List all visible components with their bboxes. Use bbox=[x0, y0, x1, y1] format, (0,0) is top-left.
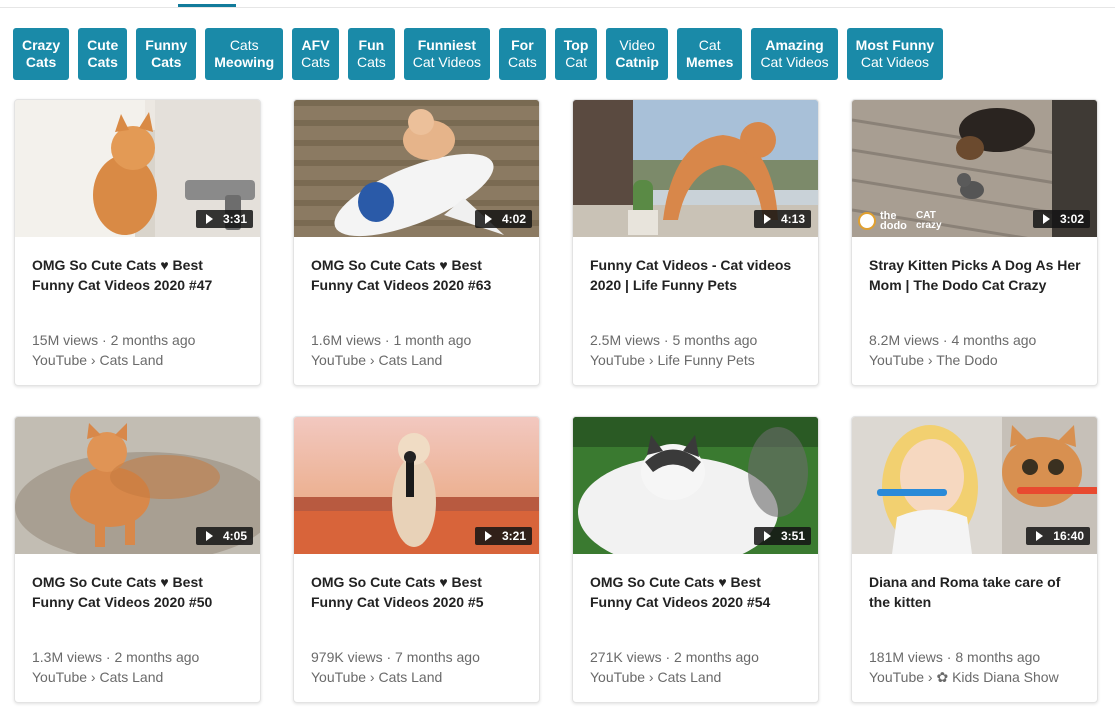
video-title[interactable]: OMG So Cute Cats ♥ Best Funny Cat Videos… bbox=[311, 256, 526, 295]
video-views: 15M views · 2 months ago bbox=[32, 332, 196, 348]
video-source: YouTube › The Dodo bbox=[869, 351, 998, 368]
play-icon bbox=[763, 531, 771, 541]
video-thumbnail[interactable]: 4:05 bbox=[15, 417, 260, 554]
video-card[interactable]: 16:40 Diana and Roma take care of the ki… bbox=[851, 416, 1098, 703]
video-title[interactable]: OMG So Cute Cats ♥ Best Funny Cat Videos… bbox=[311, 573, 526, 612]
duration-badge: 3:21 bbox=[474, 527, 532, 545]
video-title[interactable]: OMG So Cute Cats ♥ Best Funny Cat Videos… bbox=[32, 256, 247, 295]
video-meta: 181M views · 8 months ago YouTube › ✿ Ki… bbox=[869, 648, 1059, 687]
play-icon bbox=[484, 214, 492, 224]
video-meta: 979K views · 7 months ago YouTube › Cats… bbox=[311, 648, 480, 687]
video-meta: 271K views · 2 months ago YouTube › Cats… bbox=[590, 648, 759, 687]
video-views: 2.5M views · 5 months ago bbox=[590, 332, 758, 348]
active-tab-indicator bbox=[178, 4, 236, 7]
chip-funniest-cat-videos[interactable]: Funniest Cat Videos bbox=[403, 28, 490, 80]
video-views: 181M views · 8 months ago bbox=[869, 649, 1041, 665]
related-search-chips: Crazy Cats Cute Cats Funny Cats Cats Meowing… bbox=[13, 28, 944, 80]
play-icon bbox=[1036, 531, 1044, 541]
duration-badge: 3:51 bbox=[753, 527, 811, 545]
video-source: YouTube › Cats Land bbox=[32, 351, 164, 368]
video-thumbnail[interactable]: 4:13 bbox=[573, 100, 818, 237]
video-card[interactable]: the dodo CAT crazy 3:02 Stray Kitten Pic… bbox=[851, 99, 1098, 386]
video-results-grid: 3:31 OMG So Cute Cats ♥ Best Funny Cat V… bbox=[14, 99, 1098, 703]
dodo-logo-icon bbox=[858, 212, 876, 230]
video-meta: 1.6M views · 1 month ago YouTube › Cats … bbox=[311, 331, 471, 370]
video-thumbnail[interactable]: 3:51 bbox=[573, 417, 818, 554]
video-card[interactable]: 4:05 OMG So Cute Cats ♥ Best Funny Cat V… bbox=[14, 416, 261, 703]
chip-cat-memes[interactable]: Cat Memes bbox=[676, 28, 743, 80]
play-icon bbox=[484, 531, 492, 541]
chip-afv-cats[interactable]: AFV Cats bbox=[292, 28, 339, 80]
video-card[interactable]: 3:21 OMG So Cute Cats ♥ Best Funny Cat V… bbox=[293, 416, 540, 703]
video-title[interactable]: OMG So Cute Cats ♥ Best Funny Cat Videos… bbox=[590, 573, 805, 612]
video-source: YouTube › Cats Land bbox=[311, 668, 443, 685]
video-views: 979K views · 7 months ago bbox=[311, 649, 480, 665]
video-thumbnail[interactable]: 4:02 bbox=[294, 100, 539, 237]
video-title[interactable]: Stray Kitten Picks A Dog As Her Mom | Th… bbox=[869, 256, 1084, 295]
video-source: YouTube › Cats Land bbox=[32, 668, 164, 685]
duration-badge: 3:02 bbox=[1032, 210, 1090, 228]
top-divider bbox=[0, 7, 1115, 8]
chip-cute-cats[interactable]: Cute Cats bbox=[78, 28, 128, 80]
duration-badge: 4:05 bbox=[195, 527, 253, 545]
chip-crazy-cats[interactable]: Crazy Cats bbox=[13, 28, 70, 80]
video-source: YouTube › Cats Land bbox=[311, 351, 443, 368]
play-icon bbox=[205, 214, 213, 224]
duration-badge: 4:13 bbox=[753, 210, 811, 228]
video-card[interactable]: 3:51 OMG So Cute Cats ♥ Best Funny Cat V… bbox=[572, 416, 819, 703]
video-title[interactable]: OMG So Cute Cats ♥ Best Funny Cat Videos… bbox=[32, 573, 247, 612]
duration-badge: 3:31 bbox=[195, 210, 253, 228]
chip-video-catnip[interactable]: Video Catnip bbox=[606, 28, 668, 80]
video-views: 1.3M views · 2 months ago bbox=[32, 649, 200, 665]
chip-most-funny-cat-videos[interactable]: Most Funny Cat Videos bbox=[846, 28, 944, 80]
video-source: YouTube › Cats Land bbox=[590, 668, 722, 685]
chip-cats-meowing[interactable]: Cats Meowing bbox=[205, 28, 284, 80]
video-thumbnail[interactable]: the dodo CAT crazy 3:02 bbox=[852, 100, 1097, 237]
video-thumbnail[interactable]: 3:31 bbox=[15, 100, 260, 237]
video-meta: 15M views · 2 months ago YouTube › Cats … bbox=[32, 331, 195, 370]
video-thumbnail[interactable]: 16:40 bbox=[852, 417, 1097, 554]
play-icon bbox=[1042, 214, 1050, 224]
video-source: YouTube › ✿ Kids Diana Show bbox=[869, 668, 1059, 685]
duration-badge: 4:02 bbox=[474, 210, 532, 228]
video-meta: 8.2M views · 4 months ago YouTube › The … bbox=[869, 331, 1036, 370]
chip-funny-cats[interactable]: Funny Cats bbox=[136, 28, 197, 80]
video-title[interactable]: Funny Cat Videos - Cat videos 2020 | Lif… bbox=[590, 256, 805, 295]
video-views: 271K views · 2 months ago bbox=[590, 649, 759, 665]
chip-for-cats[interactable]: For Cats bbox=[498, 28, 546, 80]
play-icon bbox=[205, 531, 213, 541]
video-meta: 1.3M views · 2 months ago YouTube › Cats… bbox=[32, 648, 199, 687]
video-card[interactable]: 4:13 Funny Cat Videos - Cat videos 2020 … bbox=[572, 99, 819, 386]
video-meta: 2.5M views · 5 months ago YouTube › Life… bbox=[590, 331, 757, 370]
chip-top-cat[interactable]: Top Cat bbox=[554, 28, 598, 80]
watermark-logo: the dodo CAT crazy bbox=[858, 211, 948, 232]
video-views: 1.6M views · 1 month ago bbox=[311, 332, 472, 348]
chip-amazing-cat-videos[interactable]: Amazing Cat Videos bbox=[751, 28, 838, 80]
video-views: 8.2M views · 4 months ago bbox=[869, 332, 1037, 348]
video-thumbnail[interactable]: 3:21 bbox=[294, 417, 539, 554]
video-card[interactable]: 4:02 OMG So Cute Cats ♥ Best Funny Cat V… bbox=[293, 99, 540, 386]
video-source: YouTube › Life Funny Pets bbox=[590, 351, 755, 368]
video-title[interactable]: Diana and Roma take care of the kitten bbox=[869, 573, 1084, 612]
duration-badge: 16:40 bbox=[1026, 527, 1090, 545]
video-card[interactable]: 3:31 OMG So Cute Cats ♥ Best Funny Cat V… bbox=[14, 99, 261, 386]
play-icon bbox=[763, 214, 771, 224]
chip-fun-cats[interactable]: Fun Cats bbox=[347, 28, 395, 80]
